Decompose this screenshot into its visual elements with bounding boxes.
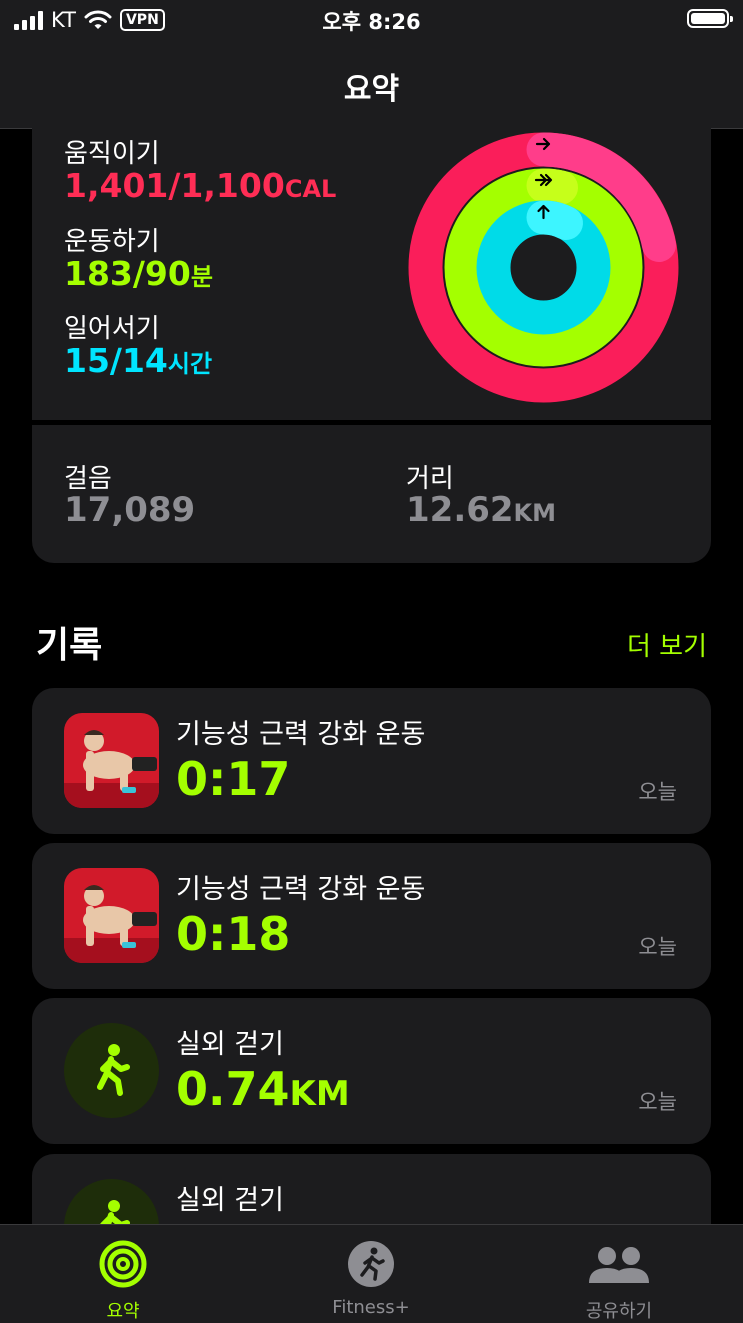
workout-item[interactable]: 기능성 근력 강화 운동 0:17 오늘 <box>32 688 711 834</box>
pushup-app-icon <box>64 713 159 808</box>
workout-date: 오늘 <box>638 935 677 959</box>
workout-value-number: 0.74 <box>176 1062 290 1116</box>
workout-name: 실외 걷기 <box>176 1185 284 1216</box>
workout-value: 0:17 <box>176 752 291 806</box>
distance-value-unit: KM <box>513 499 557 527</box>
stand-label: 일어서기 <box>64 314 160 344</box>
activity-rings-icon <box>99 1240 147 1288</box>
status-bar: KT VPN 오후 8:26 <box>0 0 743 40</box>
steps-distance-card[interactable]: 걸음 17,089 거리 12.62KM <box>32 425 711 563</box>
status-time: 오후 8:26 <box>322 10 421 34</box>
distance-value: 12.62KM <box>406 490 556 530</box>
steps-value: 17,089 <box>64 490 196 530</box>
tab-fitness-plus[interactable]: Fitness+ <box>296 1225 446 1323</box>
walking-icon <box>64 1023 159 1118</box>
move-value-number: 1,401/1,100 <box>64 166 285 205</box>
workout-value: 0:18 <box>176 907 291 961</box>
exercise-value: 183/90분 <box>64 254 213 293</box>
workout-item[interactable]: 실외 걷기 0.74KM 오늘 <box>32 998 711 1144</box>
tab-sharing-label: 공유하기 <box>585 1301 653 1322</box>
tab-bar: 요약 Fitness+ 공유하기 <box>0 1224 743 1323</box>
page-title: 요약 <box>343 72 400 107</box>
workout-date: 오늘 <box>638 780 677 804</box>
sharing-icon <box>589 1247 649 1283</box>
move-value: 1,401/1,100CAL <box>64 166 336 205</box>
fitness-plus-icon <box>348 1241 394 1287</box>
stand-ring-overlap <box>526 200 583 240</box>
stand-value: 15/14시간 <box>64 341 212 380</box>
pushup-app-icon <box>64 868 159 963</box>
workout-date: 오늘 <box>638 1090 677 1114</box>
stand-value-number: 15/14 <box>64 341 168 380</box>
exercise-label: 운동하기 <box>64 227 160 257</box>
stand-value-unit: 시간 <box>167 350 213 378</box>
workout-name: 기능성 근력 강화 운동 <box>176 719 426 750</box>
move-label: 움직이기 <box>64 139 160 169</box>
navigation-bar: 요약 <box>0 40 743 129</box>
workout-value-unit: KM <box>289 1074 350 1114</box>
show-more-link[interactable]: 더 보기 <box>627 626 707 663</box>
move-value-unit: CAL <box>284 175 337 203</box>
distance-value-number: 12.62 <box>406 490 514 530</box>
battery-icon <box>687 9 733 28</box>
tab-fitness-plus-label: Fitness+ <box>332 1297 410 1318</box>
tab-sharing[interactable]: 공유하기 <box>544 1225 694 1323</box>
workout-name: 기능성 근력 강화 운동 <box>176 874 426 905</box>
activity-rings[interactable] <box>406 130 681 405</box>
workout-item[interactable]: 기능성 근력 강화 운동 0:18 오늘 <box>32 843 711 989</box>
workout-value: 0.74KM <box>176 1062 350 1116</box>
workout-name: 실외 걷기 <box>176 1029 284 1060</box>
history-title: 기록 <box>36 625 103 666</box>
exercise-value-number: 183/90 <box>64 254 191 293</box>
exercise-value-unit: 분 <box>190 263 213 291</box>
tab-summary-label: 요약 <box>106 1301 140 1322</box>
tab-summary[interactable]: 요약 <box>48 1225 198 1323</box>
